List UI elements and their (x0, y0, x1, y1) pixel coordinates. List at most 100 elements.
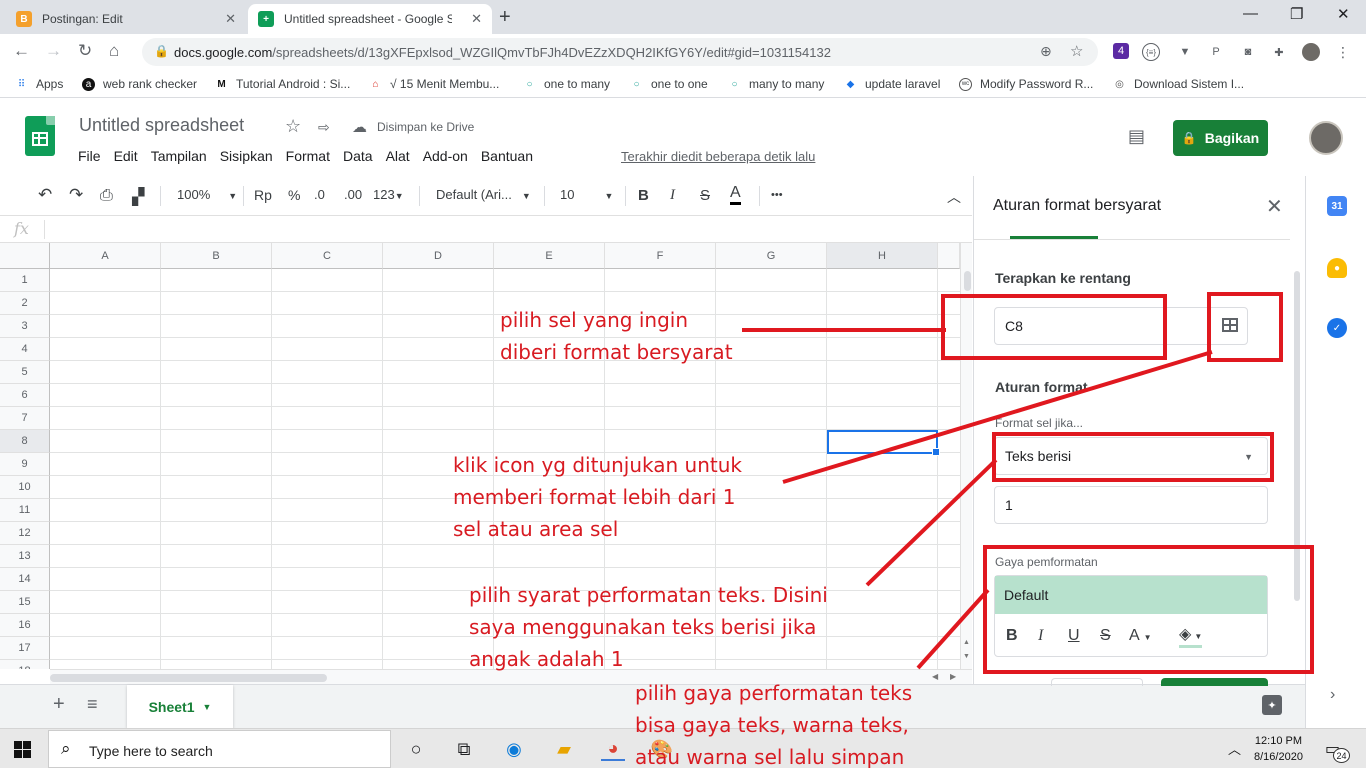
vue-extension-icon[interactable]: ▼ (1176, 43, 1194, 61)
selected-cell-c8[interactable] (827, 430, 940, 456)
address-bar[interactable]: 🔒 docs.google.com/spreadsheets/d/13gXFEp… (142, 38, 1098, 66)
tray-chevron-up-icon[interactable]: ︿ (1228, 739, 1241, 758)
chevron-right-icon[interactable]: › (1330, 686, 1335, 704)
bookmark-download-sistem[interactable]: ◎ Download Sistem I... (1113, 77, 1244, 91)
column-header[interactable]: E (494, 243, 605, 269)
taskbar-search-input[interactable]: ⌕ Type here to search (48, 730, 391, 768)
column-header[interactable]: G (716, 243, 827, 269)
close-icon[interactable]: ✕ (225, 11, 236, 27)
keep-icon[interactable]: ● (1327, 258, 1347, 278)
row-header[interactable]: 17 (0, 637, 50, 660)
bookmark-modify-password[interactable]: wc Modify Password R... (959, 77, 1093, 91)
pinterest-icon[interactable]: P (1207, 43, 1225, 61)
home-icon[interactable]: ⌂ (109, 41, 119, 61)
back-arrow-icon[interactable]: ← (13, 41, 30, 61)
paint-format-icon[interactable]: ▞ (132, 187, 144, 207)
doc-title[interactable]: Untitled spreadsheet (79, 115, 244, 136)
row-header[interactable]: 7 (0, 407, 50, 430)
file-explorer-icon[interactable]: ▰ (552, 737, 576, 761)
maximize-icon[interactable]: ❐ (1290, 5, 1303, 23)
row-header[interactable]: 2 (0, 292, 50, 315)
menu-view[interactable]: Tampilan (151, 148, 207, 164)
row-header[interactable]: 16 (0, 614, 50, 637)
column-header[interactable]: H (827, 243, 938, 269)
column-header-partial[interactable] (938, 243, 960, 269)
avatar[interactable] (1309, 121, 1343, 155)
minimize-icon[interactable]: — (1243, 5, 1258, 22)
column-header[interactable]: D (383, 243, 494, 269)
menu-addons[interactable]: Add-on (423, 148, 468, 164)
bold-button[interactable]: B (638, 187, 649, 204)
menu-format[interactable]: Format (286, 148, 330, 164)
extension-badge-icon[interactable]: 4 (1113, 43, 1129, 59)
more-formats-button[interactable]: 123▼ (373, 187, 404, 202)
new-tab-plus-icon[interactable]: + (499, 6, 511, 29)
row-header[interactable]: 11 (0, 499, 50, 522)
puzzle-extensions-icon[interactable]: ✚ (1270, 43, 1288, 61)
zoom-select[interactable]: 100% ▼ (177, 187, 237, 202)
tab-spreadsheet[interactable]: + Untitled spreadsheet - Google Sp ✕ (248, 4, 492, 34)
italic-button[interactable]: I (670, 187, 675, 204)
row-header[interactable]: 12 (0, 522, 50, 545)
bookmark-web-rank[interactable]: a web rank checker (82, 77, 197, 91)
bookmark-one-to-one[interactable]: ○ one to one (630, 77, 707, 91)
close-icon[interactable]: ✕ (1266, 194, 1283, 219)
row-header[interactable]: 5 (0, 361, 50, 384)
bookmark-15-menit[interactable]: ⌂ √ 15 Menit Membu... (369, 77, 499, 91)
currency-format-button[interactable]: Rp (254, 187, 272, 203)
formula-bar[interactable]: fx (0, 216, 972, 243)
bookmark-tutorial-android[interactable]: M Tutorial Android : Si... (215, 77, 350, 91)
menu-file[interactable]: File (78, 148, 101, 164)
row-header[interactable]: 13 (0, 545, 50, 568)
row-header[interactable]: 8 (0, 430, 50, 453)
row-header[interactable]: 18 (0, 660, 50, 669)
comment-icon[interactable]: ▤ (1128, 126, 1145, 147)
done-button[interactable] (1161, 678, 1268, 686)
scroll-up-icon[interactable]: ▲ (963, 639, 970, 646)
calendar-icon[interactable]: 31 (1327, 196, 1347, 216)
add-sheet-icon[interactable]: + (53, 693, 65, 716)
bookmark-one-to-many[interactable]: ○ one to many (523, 77, 610, 91)
row-header[interactable]: 10 (0, 476, 50, 499)
profile-avatar-icon[interactable] (1302, 43, 1320, 61)
camera-icon[interactable]: ◙ (1239, 43, 1257, 61)
kebab-menu-icon[interactable]: ⋮ (1334, 43, 1352, 61)
tab-postingan[interactable]: B Postingan: Edit ✕ (6, 4, 246, 34)
bookmark-apps[interactable]: ⠿ Apps (15, 77, 64, 91)
column-header[interactable]: F (605, 243, 716, 269)
menu-data[interactable]: Data (343, 148, 373, 164)
move-folder-icon[interactable]: ⇨ (318, 119, 330, 136)
font-size-select[interactable]: 10 ▼ (560, 187, 613, 202)
strikethrough-button[interactable]: S (700, 187, 710, 204)
row-header[interactable]: 4 (0, 338, 50, 361)
row-header[interactable]: 6 (0, 384, 50, 407)
menu-tools[interactable]: Alat (386, 148, 410, 164)
bookmark-update-laravel[interactable]: ◆ update laravel (844, 77, 941, 91)
more-toolbar-button[interactable]: ••• (771, 189, 783, 201)
increase-decimal-button[interactable]: .00 (344, 187, 362, 202)
all-sheets-icon[interactable]: ≡ (87, 694, 98, 715)
scrollbar-thumb[interactable] (964, 271, 971, 291)
percent-format-button[interactable]: % (288, 187, 300, 203)
scroll-down-icon[interactable]: ▼ (963, 653, 970, 660)
json-extension-icon[interactable]: {≡} (1142, 43, 1160, 61)
edge-icon[interactable]: ◉ (502, 737, 526, 761)
close-icon[interactable]: ✕ (471, 11, 482, 27)
undo-icon[interactable]: ↶ (38, 185, 52, 205)
decrease-decimal-button[interactable]: .0 (314, 187, 325, 202)
chrome-icon[interactable]: ◕ (601, 737, 625, 761)
column-header[interactable]: A (50, 243, 161, 269)
value-input[interactable]: 1 (994, 486, 1268, 524)
cancel-button[interactable] (1051, 678, 1143, 686)
tasks-icon[interactable]: ✓ (1327, 318, 1347, 338)
column-header[interactable]: C (272, 243, 383, 269)
text-color-button[interactable]: A (730, 184, 741, 205)
task-view-icon[interactable]: ⧉ (452, 737, 476, 761)
select-all-corner[interactable] (0, 243, 50, 269)
url-text[interactable]: docs.google.com/spreadsheets/d/13gXFEpxl… (174, 45, 831, 60)
column-header[interactable]: B (161, 243, 272, 269)
explore-icon[interactable]: ✦ (1262, 695, 1282, 715)
chevron-up-icon[interactable]: ︿ (947, 187, 961, 207)
menu-insert[interactable]: Sisipkan (220, 148, 273, 164)
share-button[interactable]: 🔒 Bagikan (1173, 120, 1268, 156)
